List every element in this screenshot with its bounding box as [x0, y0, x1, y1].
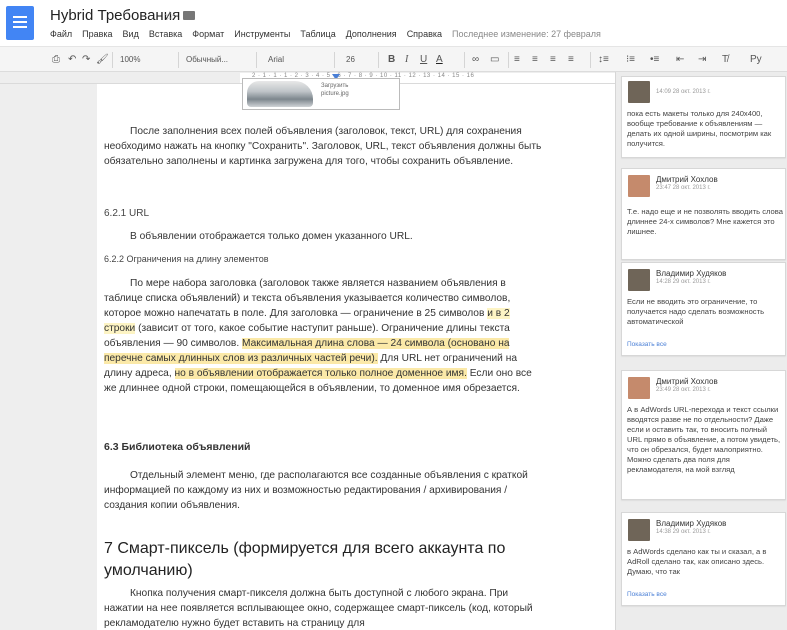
comment-date: 23:49 28 окт. 2013 г. [656, 387, 711, 393]
menu-view[interactable]: Вид [123, 29, 139, 39]
image-caption: Загрузить picture.jpg [321, 83, 349, 97]
link-icon[interactable]: ∞ [472, 52, 479, 68]
paragraph-library: Отдельный элемент меню, где располагаютс… [104, 470, 528, 511]
menu-file[interactable]: Файл [50, 29, 72, 39]
menu-addons[interactable]: Дополнения [346, 29, 397, 39]
comment-date: 23:47 28 окт. 2013 г. [656, 185, 711, 191]
comment-author: Владимир Худяков [656, 269, 727, 278]
bold-button[interactable]: B [388, 52, 395, 68]
input-tools-button[interactable]: Py [750, 52, 762, 68]
avatar [628, 519, 650, 541]
avatar [628, 377, 650, 399]
comment-card[interactable]: Дмитрий Хохлов 23:47 28 окт. 2013 г. Т.е… [621, 168, 786, 260]
clear-format-icon[interactable]: T̸ [722, 52, 728, 68]
redo-icon[interactable]: ↷ [82, 52, 90, 68]
numbered-list-icon[interactable]: ⁝≡ [626, 52, 635, 68]
heading-7: 7 Смарт-пиксель (формируется для всего а… [104, 540, 506, 579]
paragraph-limits: По мере набора заголовка (заголовок такж… [104, 278, 532, 394]
comment-author: Владимир Худяков [656, 519, 727, 528]
font-select[interactable]: Arial [268, 52, 284, 68]
comment-text: в AdWords сделано как ты и сказал, а в A… [627, 547, 767, 576]
comment-author: Дмитрий Хохлов [656, 175, 718, 184]
comment-date: 14:28 29 окт. 2013 г. [656, 279, 711, 285]
embedded-image[interactable]: Загрузить picture.jpg [242, 78, 400, 110]
heading-6-2-1: 6.2.1 URL [104, 208, 150, 219]
comment-text: Если не вводить это ограничение, то полу… [627, 297, 765, 326]
comment-author: Дмитрий Хохлов [656, 377, 718, 386]
toolbar: ⎙ ↶ ↷ 🖌 100% Обычный... Arial 26 B I U A… [0, 46, 787, 72]
paragraph-url: В объявлении отображается только домен у… [130, 231, 413, 242]
car-image [247, 81, 313, 107]
text-color-button[interactable]: A [436, 52, 443, 68]
menu-table[interactable]: Таблица [300, 29, 335, 39]
show-all-link[interactable]: Показать все [627, 591, 667, 598]
comment-text: Т.е. надо еще и не позволять вводить сло… [627, 207, 783, 236]
comment-date: 14:09 28 окт. 2013 г. [656, 89, 711, 95]
menu-insert[interactable]: Вставка [149, 29, 182, 39]
line-spacing-icon[interactable]: ↕≡ [598, 52, 609, 68]
menu-tools[interactable]: Инструменты [234, 29, 290, 39]
menu-help[interactable]: Справка [407, 29, 442, 39]
show-all-link[interactable]: Показать все [627, 341, 667, 348]
menu-format[interactable]: Формат [192, 29, 224, 39]
last-edit-link[interactable]: Последнее изменение: 27 февраля [452, 29, 601, 39]
bulleted-list-icon[interactable]: •≡ [650, 52, 659, 68]
align-right-icon[interactable]: ≡ [550, 52, 556, 68]
zoom-select[interactable]: 100% [120, 52, 140, 68]
folder-icon[interactable] [183, 11, 195, 20]
comments-panel: 14:09 28 окт. 2013 г. пока есть макеты т… [615, 72, 787, 630]
comment-date: 14:38 29 окт. 2013 г. [656, 529, 711, 535]
comment-card[interactable]: Дмитрий Хохлов 23:49 28 окт. 2013 г. А в… [621, 370, 786, 500]
menu-edit[interactable]: Правка [82, 29, 112, 39]
menu-bar: Файл Правка Вид Вставка Формат Инструмен… [50, 29, 611, 39]
comment-text: пока есть макеты только для 240х400, воо… [627, 109, 772, 148]
paragraph-smart-pixel: Кнопка получения смарт-пикселя должна бы… [104, 588, 533, 629]
docs-logo-icon[interactable] [6, 6, 34, 40]
document-title[interactable]: Hybrid Требования [50, 7, 180, 24]
undo-icon[interactable]: ↶ [68, 52, 76, 68]
comment-card[interactable]: 14:09 28 окт. 2013 г. пока есть макеты т… [621, 76, 786, 158]
decrease-indent-icon[interactable]: ⇤ [676, 52, 684, 68]
comment-card[interactable]: Владимир Худяков 14:38 29 окт. 2013 г. в… [621, 512, 786, 606]
paragraph-save: После заполнения всех полей объявления (… [104, 126, 542, 167]
heading-6-2-2: 6.2.2 Ограничения на длину элементов [104, 254, 269, 264]
avatar [628, 269, 650, 291]
align-left-icon[interactable]: ≡ [514, 52, 520, 68]
heading-6-3: 6.3 Библиотека объявлений [104, 441, 251, 453]
comment-card[interactable]: Владимир Худяков 14:28 29 окт. 2013 г. Е… [621, 262, 786, 356]
app-header: Hybrid Требования ☆ Файл Правка Вид Вста… [0, 0, 787, 46]
paint-format-icon[interactable]: 🖌 [96, 52, 109, 68]
font-size-select[interactable]: 26 [346, 52, 355, 68]
print-icon[interactable]: ⎙ [52, 52, 60, 68]
style-select[interactable]: Обычный... [186, 52, 228, 68]
avatar [628, 175, 650, 197]
comment-icon[interactable]: ▭ [490, 52, 499, 68]
italic-button[interactable]: I [405, 52, 408, 68]
avatar [628, 81, 650, 103]
increase-indent-icon[interactable]: ⇥ [698, 52, 706, 68]
align-justify-icon[interactable]: ≡ [568, 52, 574, 68]
star-icon[interactable]: ☆ [164, 8, 176, 24]
underline-button[interactable]: U [420, 52, 427, 68]
comment-text: А в AdWords URL-перехода и текст ссылки … [627, 405, 781, 474]
align-center-icon[interactable]: ≡ [532, 52, 538, 68]
